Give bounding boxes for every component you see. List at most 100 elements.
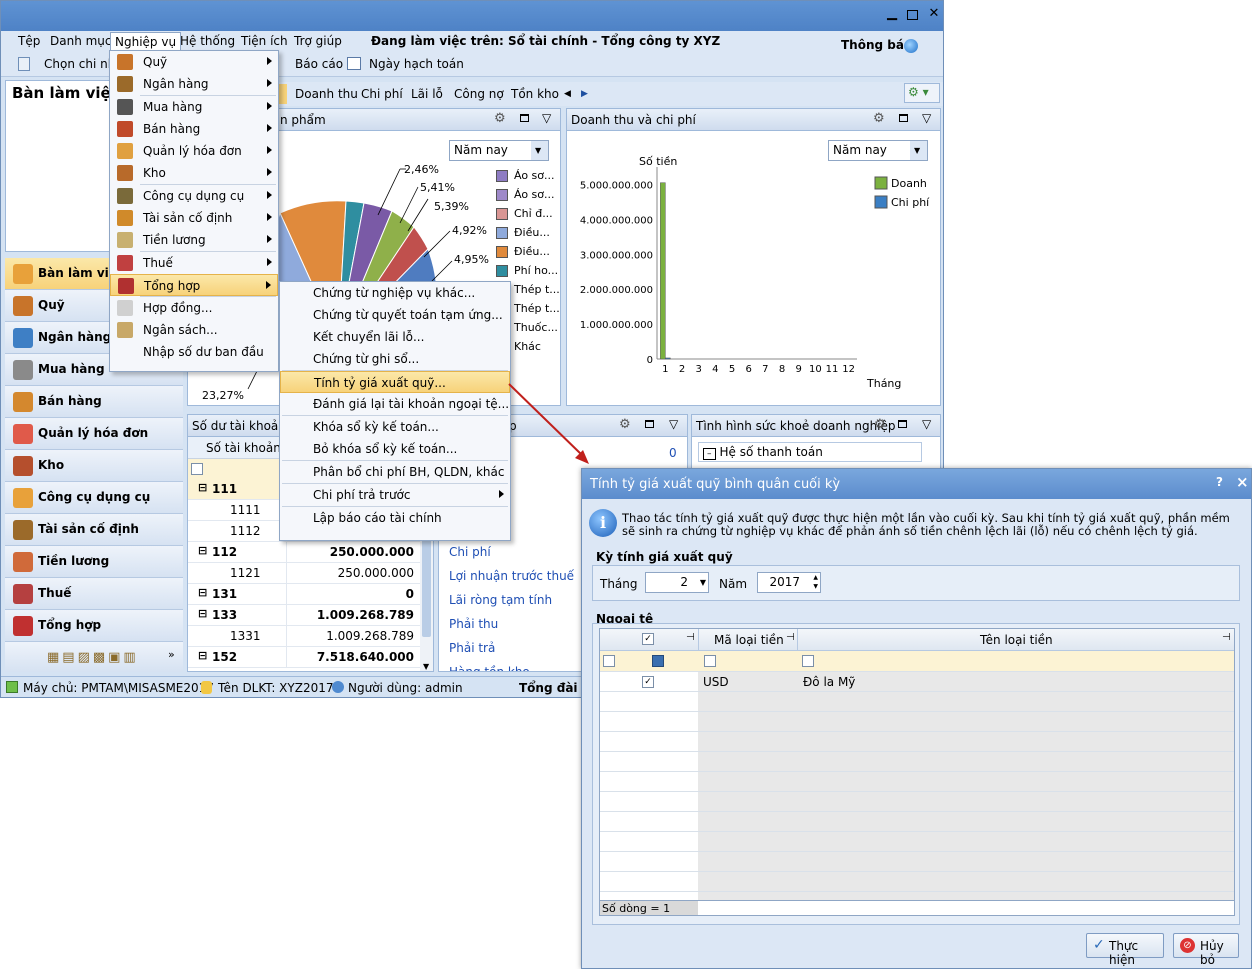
submenu-item[interactable]: Chứng từ quyết toán tạm ứng... [280, 304, 510, 326]
pin-icon[interactable]: ⊣ [1222, 632, 1231, 643]
pie-maximize-icon[interactable] [520, 114, 529, 122]
tab-scroll-right-icon[interactable]: ▶ [581, 89, 588, 99]
submenu-item[interactable]: Kết chuyển lãi lỗ... [280, 326, 510, 348]
nav-item[interactable]: Kho [5, 450, 183, 482]
summary-link[interactable]: Hàng tồn kho [449, 665, 574, 671]
tab-inventory[interactable]: Tồn kho [511, 87, 559, 101]
filter-checkbox[interactable] [802, 655, 814, 667]
help-icon[interactable]: ? [1216, 475, 1223, 489]
tab-expense[interactable]: Chi phí [361, 87, 403, 101]
nav-item[interactable]: Thuế [5, 578, 183, 610]
dialog-close-icon[interactable]: × [1236, 473, 1249, 491]
tab-revenue[interactable]: Doanh thu [295, 87, 358, 101]
table-row[interactable]: 1331 1.009.268.789 [188, 626, 420, 647]
summary-link[interactable]: Lãi ròng tạm tính [449, 593, 574, 617]
menu-item[interactable]: Nhập số dư ban đầu [110, 341, 278, 363]
filter-checkbox[interactable] [704, 655, 716, 667]
submenu-item[interactable]: Chứng từ ghi sổ... [280, 348, 510, 370]
submenu-item[interactable]: Chứng từ nghiệp vụ khác... [280, 282, 510, 304]
health-maximize-icon[interactable] [898, 420, 907, 428]
menu-item[interactable]: Quỹ [110, 51, 278, 73]
menu-item[interactable]: Mua hàng [110, 96, 278, 118]
year-stepper[interactable]: 2017 ▲ ▼ [757, 572, 821, 593]
nav-item[interactable]: Công cụ dụng cụ [5, 482, 183, 514]
menu-item[interactable]: Quản lý hóa đơn [110, 140, 278, 162]
menu-item[interactable]: Công cụ dụng cụ [110, 185, 278, 207]
revenue-maximize-icon[interactable] [899, 114, 908, 122]
pin-icon[interactable]: ⊣ [786, 632, 795, 643]
nav-item[interactable]: Quản lý hóa đơn [5, 418, 183, 450]
month-select[interactable]: 2 ▼ [645, 572, 709, 593]
col-currency-code[interactable]: Mã loại tiền [714, 633, 784, 647]
nav-item[interactable]: Tổng hợp [5, 610, 183, 642]
month-dropdown-icon[interactable]: ▼ [700, 578, 706, 587]
menu-tep[interactable]: Tệp [18, 34, 40, 48]
nav-item[interactable]: Tiền lương [5, 546, 183, 578]
filter-checkbox[interactable] [652, 655, 664, 667]
notify-link[interactable]: Thông báo [841, 38, 912, 52]
submenu-item[interactable]: Phân bổ chi phí BH, QLDN, khác [280, 461, 510, 483]
tab-debt[interactable]: Công nợ [454, 87, 504, 101]
table-row[interactable]: ✓ USD Đô la Mỹ [600, 672, 1234, 692]
health-filter-icon[interactable]: ▽ [922, 417, 931, 431]
cancel-button[interactable]: ⊘ Hủy bỏ [1173, 933, 1239, 967]
expand-icon[interactable]: ⊟ [198, 481, 207, 494]
scroll-down-icon[interactable]: ▼ [423, 662, 429, 671]
menu-item[interactable]: Tổng hợp [110, 274, 278, 296]
expand-icon[interactable]: ⊟ [198, 649, 207, 662]
summary-value[interactable]: 0 [669, 446, 677, 460]
menu-item[interactable]: Ngân sách... [110, 319, 278, 341]
nav-item[interactable]: Tài sản cố định [5, 514, 183, 546]
tab-scroll-left-icon[interactable]: ◀ [564, 89, 571, 99]
nav-item[interactable]: Bán hàng [5, 386, 183, 418]
menu-nghiep-vu[interactable]: Nghiệp vụ [110, 32, 182, 52]
submenu-item[interactable]: Bỏ khóa sổ kỳ kế toán... [280, 438, 510, 460]
expand-icon[interactable]: ⊟ [198, 607, 207, 620]
dashboard-settings-icon[interactable]: ⚙ ▾ [904, 83, 940, 103]
expand-icon[interactable]: ⊟ [198, 586, 207, 599]
menu-item[interactable]: Bán hàng [110, 118, 278, 140]
maximize-icon[interactable] [907, 10, 918, 20]
balance-filter-checkbox[interactable] [191, 463, 203, 475]
submenu-item[interactable]: Đánh giá lại tài khoản ngoại tệ... [280, 393, 510, 415]
menu-danh-muc[interactable]: Danh mục [50, 34, 112, 48]
table-row[interactable]: ⊟ 131 0 [188, 584, 420, 605]
table-row[interactable]: ⊟ 133 1.009.268.789 [188, 605, 420, 626]
submenu-item[interactable]: Khóa sổ kỳ kế toán... [280, 416, 510, 438]
table-row[interactable]: ⊟ 152 7.518.640.000 [188, 647, 420, 668]
summary-maximize-icon[interactable] [645, 420, 654, 428]
menu-item[interactable]: Hợp đồng... [110, 297, 278, 319]
submenu-item[interactable]: Lập báo cáo tài chính [280, 507, 510, 529]
menu-he-thong[interactable]: Hệ thống [180, 34, 235, 48]
col-currency-name[interactable]: Tên loại tiền [980, 633, 1053, 647]
shortcut-icons[interactable]: ▦▤▨▩▣▥ [47, 650, 139, 665]
revenue-gear-icon[interactable]: ⚙ [873, 111, 885, 126]
close-icon[interactable]: ✕ [927, 7, 941, 21]
summary-link[interactable]: Phải trả [449, 641, 574, 665]
summary-gear-icon[interactable]: ⚙ [619, 417, 631, 432]
menu-item[interactable]: Ngân hàng [110, 73, 278, 95]
submenu-item[interactable]: Chi phí trả trước [280, 484, 510, 506]
execute-button[interactable]: ✓ Thực hiện [1086, 933, 1164, 967]
collapse-icon[interactable]: – [703, 448, 716, 460]
minimize-icon[interactable]: ▁ [885, 7, 899, 21]
menu-item[interactable]: Kho [110, 162, 278, 184]
table-row[interactable]: ⊟ 112 250.000.000 [188, 542, 420, 563]
filter-checkbox[interactable] [603, 655, 615, 667]
summary-link[interactable]: Phải thu [449, 617, 574, 641]
year-spin-icon[interactable]: ▲ ▼ [813, 573, 818, 591]
pin-icon[interactable]: ⊣ [686, 632, 695, 643]
tab-profit-loss[interactable]: Lãi lỗ [411, 87, 443, 101]
summary-link[interactable]: Chi phí [449, 545, 574, 569]
pie-gear-icon[interactable]: ⚙ [494, 111, 506, 126]
summary-filter-icon[interactable]: ▽ [669, 417, 678, 431]
revenue-filter-icon[interactable]: ▽ [922, 111, 931, 125]
submenu-item[interactable]: Tính tỷ giá xuất quỹ... [280, 371, 510, 393]
nav-more-icon[interactable]: » [168, 648, 175, 661]
menu-tien-ich[interactable]: Tiện ích [241, 34, 288, 48]
health-gear-icon[interactable]: ⚙ [874, 417, 886, 432]
menu-item[interactable]: Tiền lương [110, 229, 278, 251]
select-all-checkbox[interactable]: ✓ [642, 633, 654, 645]
summary-link[interactable]: Lợi nhuận trước thuế [449, 569, 574, 593]
posting-date-button[interactable]: Ngày hạch toán [369, 57, 464, 71]
